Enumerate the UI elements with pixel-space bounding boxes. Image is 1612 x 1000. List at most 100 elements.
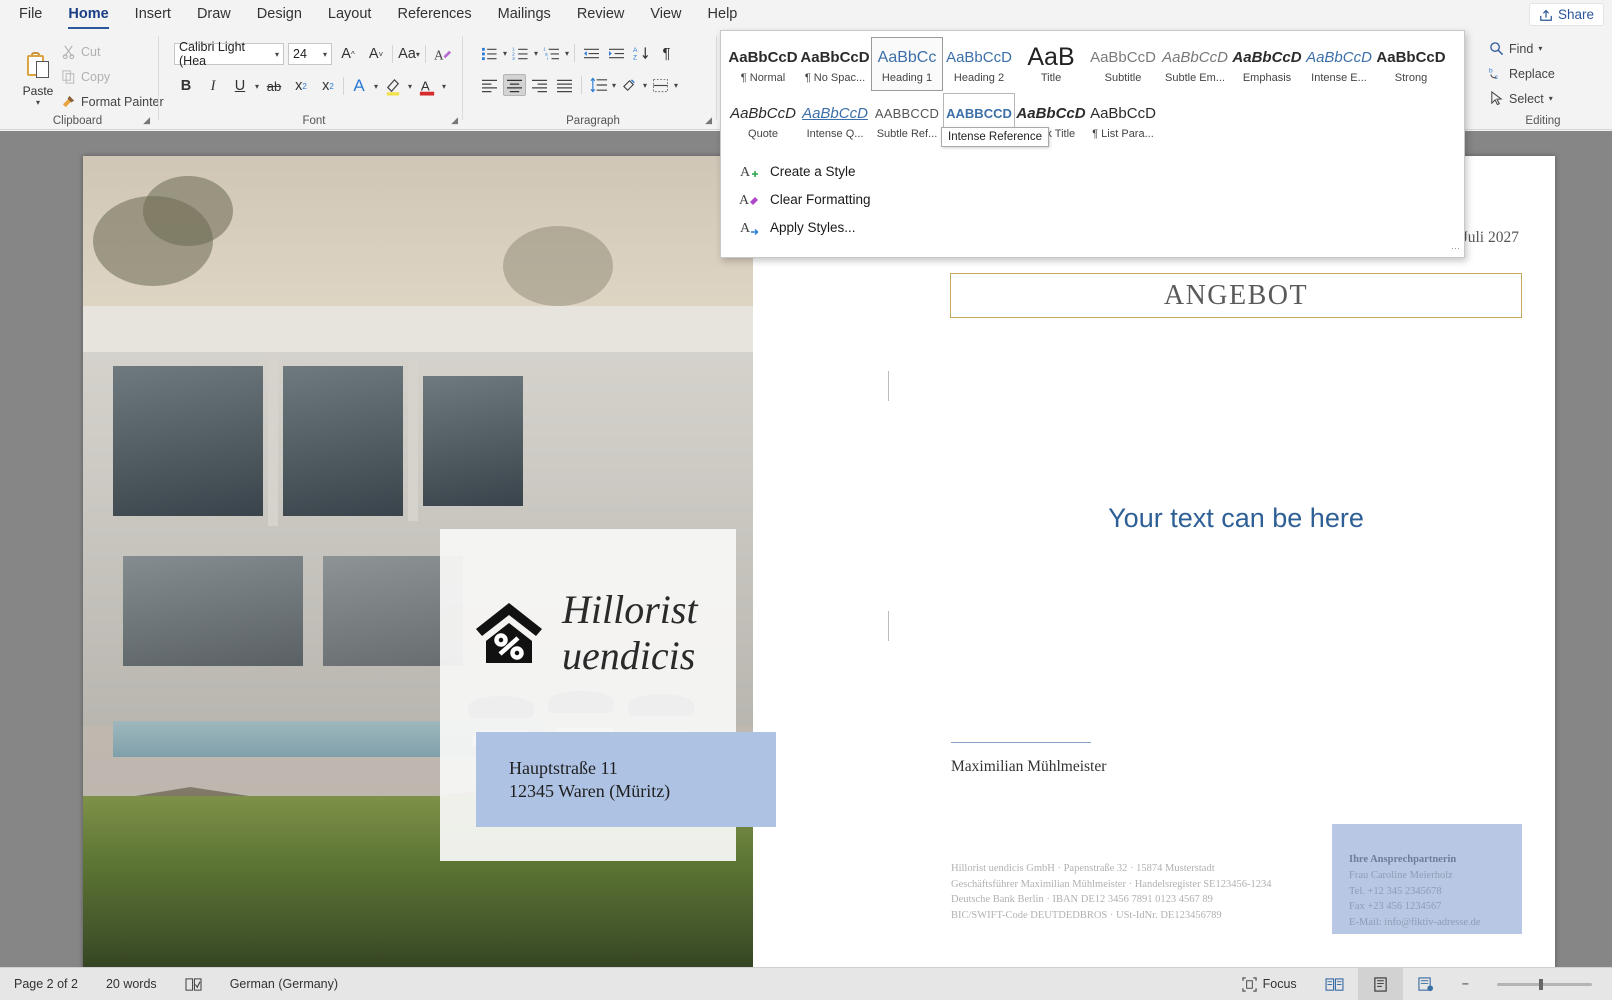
line-spacing-icon[interactable] [587, 74, 610, 96]
select-chevron-down-icon[interactable]: ▾ [1549, 94, 1553, 103]
menu-create-a-style[interactable]: A Create a Style [735, 157, 1464, 185]
paragraph-mark-icon[interactable]: ¶ [655, 42, 678, 64]
share-button[interactable]: Share [1528, 3, 1604, 26]
borders-icon[interactable] [649, 74, 672, 96]
style-normal[interactable]: AaBbCcD ¶ Normal [727, 37, 799, 91]
find-chevron-down-icon[interactable]: ▾ [1538, 44, 1542, 53]
style-heading-2[interactable]: AaBbCcD Heading 2 [943, 37, 1015, 91]
sort-icon[interactable]: AZ [630, 42, 653, 64]
shading-chevron-down-icon[interactable]: ▾ [643, 81, 647, 90]
font-size-combobox[interactable]: 24 ▾ [288, 43, 332, 65]
style-intense-quote[interactable]: AaBbCcD Intense Q... [799, 93, 871, 147]
font-color-button[interactable]: A [415, 74, 439, 98]
bullets-chevron-down-icon[interactable]: ▾ [503, 49, 507, 58]
justify-icon[interactable] [553, 74, 576, 96]
styles-row-2: AaBbCcD Quote AaBbCcD Intense Q... AABBC… [721, 91, 1464, 147]
style-list-paragraph[interactable]: AaBbCcD ¶ List Para... [1087, 93, 1159, 147]
style-heading-1[interactable]: AaBbCc Heading 1 [871, 37, 943, 91]
font-name-combobox[interactable]: Calibri Light (Hea ▾ [174, 40, 284, 68]
shading-icon[interactable] [618, 74, 641, 96]
status-word-count[interactable]: 20 words [92, 977, 171, 991]
status-bar: Page 2 of 2 20 words German (Germany) Fo… [0, 967, 1612, 1000]
tab-help[interactable]: Help [695, 2, 751, 28]
subscript-button[interactable]: x2 [289, 74, 313, 98]
tab-draw[interactable]: Draw [184, 2, 244, 28]
paragraph-dialog-launcher[interactable]: ◢ [705, 115, 712, 126]
focus-mode-button[interactable]: Focus [1228, 976, 1311, 992]
status-page-indicator[interactable]: Page 2 of 2 [0, 977, 92, 991]
tab-file[interactable]: File [6, 2, 55, 28]
tab-view[interactable]: View [637, 2, 694, 28]
style-quote[interactable]: AaBbCcD Quote [727, 93, 799, 147]
zoom-slider[interactable] [1483, 978, 1612, 990]
tab-design[interactable]: Design [244, 2, 315, 28]
numbered-list-icon[interactable]: 123 [509, 42, 532, 64]
font-size-chevron-down-icon[interactable]: ▾ [323, 50, 327, 59]
menu-apply-styles[interactable]: A Apply Styles... [735, 213, 1464, 241]
tab-home[interactable]: Home [55, 2, 121, 29]
print-layout-icon[interactable] [1357, 967, 1403, 1000]
body-placeholder-text[interactable]: Your text can be here [950, 503, 1522, 534]
zoom-slider-handle[interactable] [1539, 978, 1543, 990]
tab-insert[interactable]: Insert [122, 2, 184, 28]
style-preview: AaBbCcD [730, 104, 796, 122]
shrink-font-icon[interactable]: A ˅ [364, 42, 388, 66]
style-title[interactable]: AaB Title [1015, 37, 1087, 91]
align-center-icon[interactable] [503, 74, 526, 96]
strikethrough-button[interactable]: ab [262, 74, 286, 98]
bold-button[interactable]: B [174, 74, 198, 98]
paste-chevron-down-icon[interactable]: ▾ [12, 98, 64, 107]
underline-button[interactable]: U [228, 74, 252, 98]
menu-clear-formatting[interactable]: A Clear Formatting [735, 185, 1464, 213]
format-painter-button[interactable]: Format Painter [58, 93, 167, 110]
copy-button[interactable]: Copy [58, 68, 167, 85]
underline-chevron-down-icon[interactable]: ▾ [255, 82, 259, 91]
align-left-icon[interactable] [478, 74, 501, 96]
cut-button[interactable]: Cut [58, 43, 167, 60]
status-language[interactable]: German (Germany) [216, 977, 352, 991]
style-subtle-reference[interactable]: AABBCCD Subtle Ref... [871, 93, 943, 147]
read-mode-icon[interactable] [1311, 977, 1358, 992]
style-subtle-emphasis[interactable]: AaBbCcD Subtle Em... [1159, 37, 1231, 91]
select-button[interactable]: Select ▾ [1486, 90, 1558, 107]
align-right-icon[interactable] [528, 74, 551, 96]
multilevel-chevron-down-icon[interactable]: ▾ [565, 49, 569, 58]
style-no-spacing[interactable]: AaBbCcD ¶ No Spac... [799, 37, 871, 91]
document-page[interactable]: Hillorist uendicis Hauptstraße 11 12345 … [83, 156, 1555, 967]
change-case-icon[interactable]: Aa ▾ [397, 42, 421, 66]
text-effects-button[interactable]: A [347, 74, 371, 98]
multilevel-list-icon[interactable]: 1ai [540, 42, 563, 64]
italic-button[interactable]: I [201, 74, 225, 98]
highlight-chevron-down-icon[interactable]: ▾ [408, 82, 412, 91]
tab-mailings[interactable]: Mailings [485, 2, 564, 28]
style-strong[interactable]: AaBbCcD Strong [1375, 37, 1447, 91]
style-subtitle[interactable]: AaBbCcD Subtitle [1087, 37, 1159, 91]
tab-layout[interactable]: Layout [315, 2, 385, 28]
line-spacing-chevron-down-icon[interactable]: ▾ [612, 81, 616, 90]
zoom-out-button[interactable]: − [1448, 977, 1483, 991]
clear-formatting-icon[interactable]: A [430, 42, 454, 66]
increase-indent-icon[interactable] [605, 42, 628, 64]
find-button[interactable]: Find ▾ [1486, 40, 1558, 57]
font-color-chevron-down-icon[interactable]: ▾ [442, 82, 446, 91]
tab-references[interactable]: References [384, 2, 484, 28]
decrease-indent-icon[interactable] [580, 42, 603, 64]
proofing-icon[interactable] [171, 977, 216, 992]
highlight-button[interactable] [381, 74, 405, 98]
paste-button[interactable]: Paste ▾ [12, 52, 64, 107]
text-effects-chevron-down-icon[interactable]: ▾ [374, 82, 378, 91]
borders-chevron-down-icon[interactable]: ▾ [674, 81, 678, 90]
style-intense-emphasis[interactable]: AaBbCcD Intense E... [1303, 37, 1375, 91]
replace-button[interactable]: bc Replace [1486, 65, 1558, 82]
grow-font-icon[interactable]: A ^ [336, 42, 360, 66]
tab-review[interactable]: Review [564, 2, 638, 28]
style-emphasis[interactable]: AaBbCcD Emphasis [1231, 37, 1303, 91]
web-layout-icon[interactable] [1403, 976, 1448, 992]
bullet-list-icon[interactable] [478, 42, 501, 64]
superscript-button[interactable]: x2 [316, 74, 340, 98]
numbering-chevron-down-icon[interactable]: ▾ [534, 49, 538, 58]
font-dialog-launcher[interactable]: ◢ [451, 115, 458, 126]
gallery-resize-grip[interactable]: ⋯ [1451, 243, 1460, 254]
font-name-chevron-down-icon[interactable]: ▾ [275, 50, 279, 59]
clipboard-dialog-launcher[interactable]: ◢ [143, 115, 150, 126]
